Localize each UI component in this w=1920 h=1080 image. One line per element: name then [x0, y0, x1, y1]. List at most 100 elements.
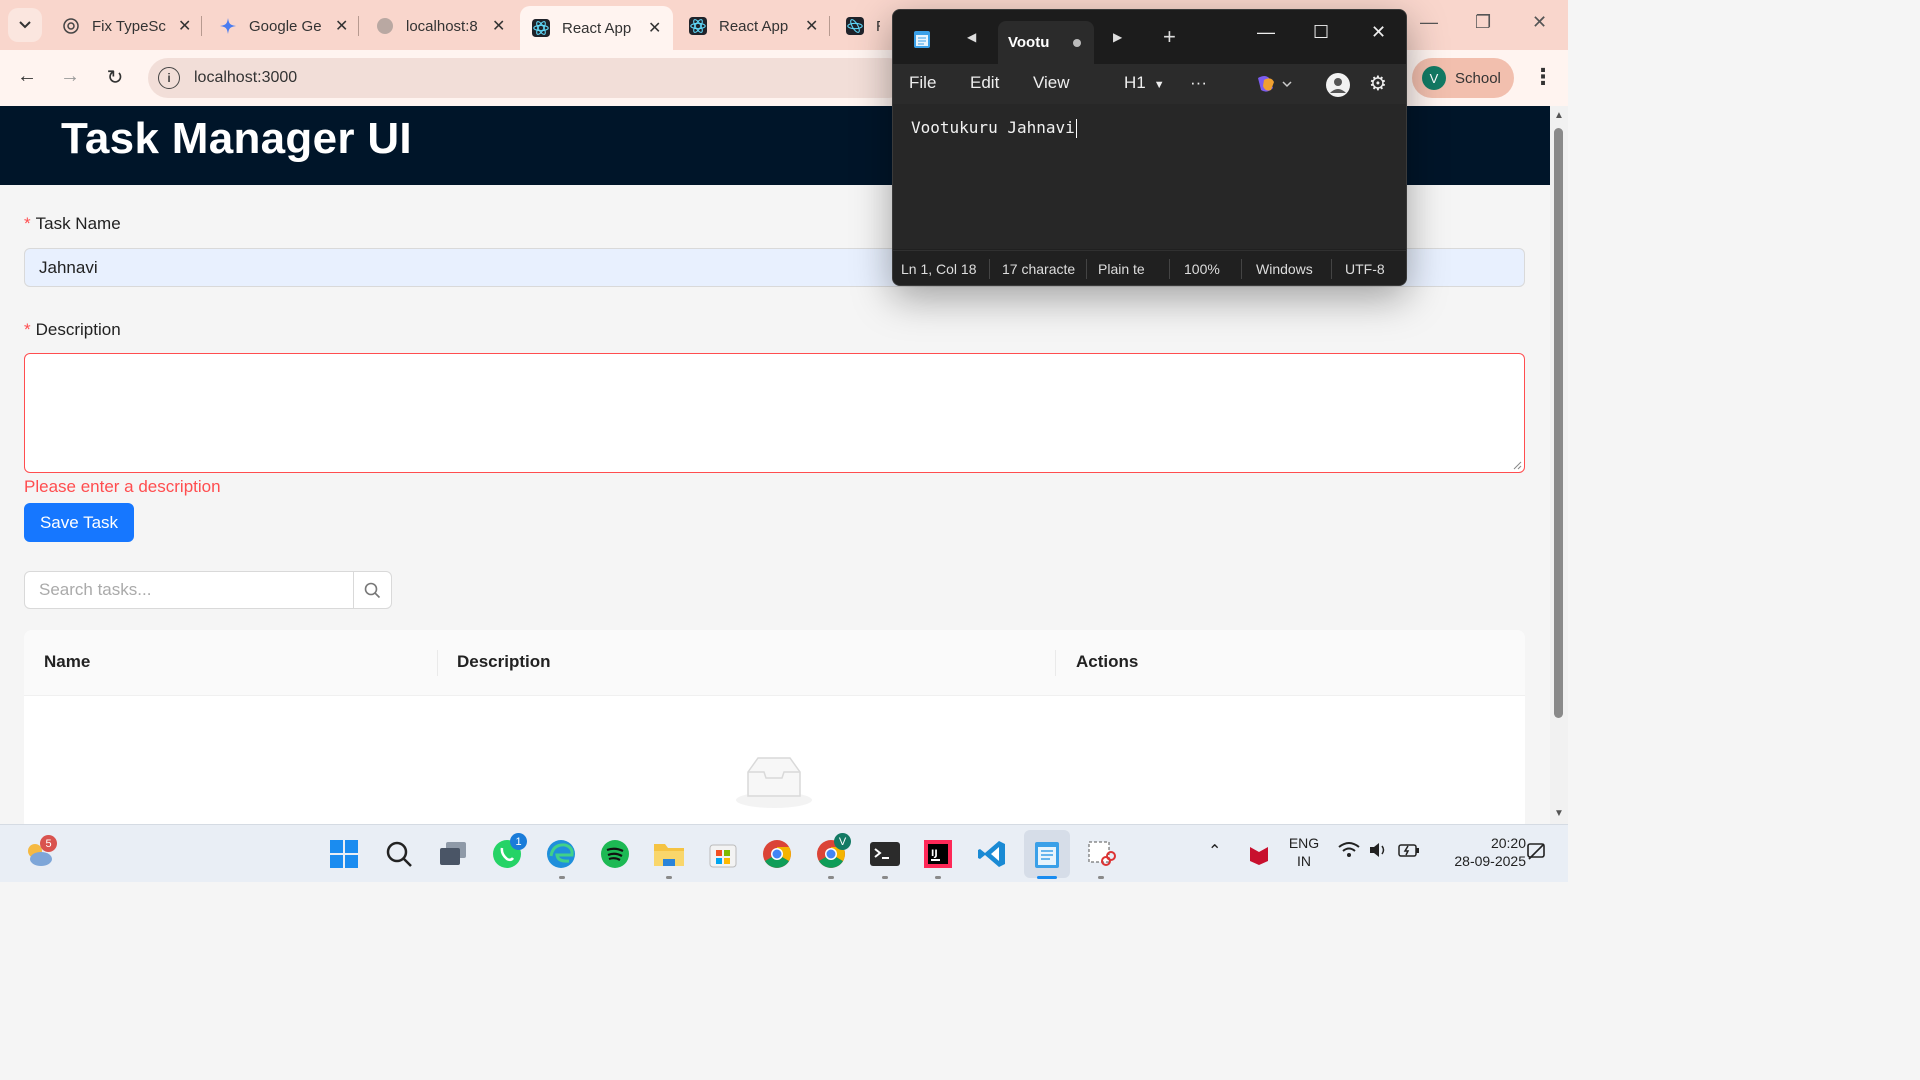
- column-header-name: Name: [44, 652, 91, 671]
- column-header-actions: Actions: [1076, 652, 1139, 671]
- notepad-tab[interactable]: Vootu: [998, 21, 1094, 64]
- snipping-tool-icon[interactable]: [1084, 837, 1118, 871]
- close-icon[interactable]: ✕: [335, 16, 348, 36]
- close-window-icon[interactable]: ✕: [1532, 12, 1547, 33]
- status-encoding[interactable]: UTF-8: [1345, 261, 1385, 277]
- react-icon: [532, 19, 550, 37]
- table-header: Name Description Actions: [24, 630, 1525, 696]
- close-icon[interactable]: ✕: [178, 16, 191, 36]
- menu-file[interactable]: File: [909, 73, 936, 93]
- maximize-icon[interactable]: ☐: [1313, 22, 1329, 43]
- back-arrow-icon[interactable]: ←: [14, 65, 40, 88]
- scroll-tabs-right-icon[interactable]: ▶: [1113, 30, 1122, 44]
- search-icon[interactable]: [382, 837, 416, 871]
- status-zoom[interactable]: 100%: [1184, 261, 1220, 277]
- scroll-up-icon[interactable]: ▲: [1554, 110, 1564, 121]
- minimize-icon[interactable]: —: [1420, 12, 1438, 33]
- chevron-down-icon: [19, 21, 31, 29]
- profile-button[interactable]: V School: [1412, 58, 1514, 98]
- notepad-titlebar: ◀ Vootu ▶ + — ☐ ✕: [893, 10, 1406, 64]
- react-icon: [689, 17, 707, 35]
- search-button[interactable]: [353, 572, 391, 608]
- status-divider: [1169, 259, 1170, 279]
- tab-title: Google Ge: [249, 17, 322, 35]
- menu-view[interactable]: View: [1033, 73, 1070, 93]
- description-error: Please enter a description: [24, 477, 221, 496]
- chrome-profile-icon[interactable]: V: [814, 833, 851, 871]
- status-format[interactable]: Plain te: [1098, 261, 1154, 277]
- description-textarea[interactable]: [24, 353, 1525, 473]
- close-icon[interactable]: ✕: [1371, 22, 1386, 43]
- microsoft-store-icon[interactable]: [706, 837, 740, 871]
- close-icon[interactable]: ✕: [492, 16, 505, 36]
- browser-tab-1[interactable]: Fix TypeSc ✕: [50, 6, 203, 46]
- more-options-icon[interactable]: ···: [1190, 73, 1207, 93]
- browser-tab-2[interactable]: Google Ge ✕: [207, 6, 360, 46]
- task-view-icon[interactable]: [436, 837, 470, 871]
- new-tab-plus-icon[interactable]: +: [1163, 24, 1176, 50]
- edge-icon[interactable]: [544, 837, 578, 871]
- resize-grip-icon[interactable]: [1512, 460, 1522, 470]
- wifi-icon[interactable]: [1338, 841, 1360, 864]
- scrollbar-thumb[interactable]: [1554, 128, 1563, 718]
- battery-icon[interactable]: [1398, 841, 1420, 862]
- address-bar[interactable]: i localhost:3000: [148, 58, 908, 98]
- account-icon[interactable]: [1325, 72, 1351, 103]
- required-mark: *: [24, 214, 31, 233]
- more-menu-icon[interactable]: ⋮: [1532, 64, 1554, 90]
- intellij-icon[interactable]: IJ: [921, 837, 955, 871]
- tab-search-button[interactable]: [8, 8, 42, 42]
- close-icon[interactable]: ✕: [805, 16, 818, 36]
- settings-gear-icon[interactable]: ⚙: [1369, 71, 1387, 96]
- status-line-ending[interactable]: Windows: [1256, 261, 1313, 277]
- windows-start-icon[interactable]: [327, 837, 361, 871]
- close-icon[interactable]: ✕: [648, 18, 661, 38]
- chrome-icon[interactable]: [760, 837, 794, 871]
- file-explorer-icon[interactable]: [652, 837, 686, 871]
- browser-tab-4-active[interactable]: React App ✕: [520, 6, 674, 50]
- vscode-icon[interactable]: [975, 837, 1009, 871]
- notifications-icon[interactable]: [1526, 841, 1546, 864]
- scroll-tabs-left-icon[interactable]: ◀: [967, 30, 976, 44]
- volume-icon[interactable]: [1368, 841, 1388, 862]
- menu-edit[interactable]: Edit: [970, 73, 999, 93]
- whatsapp-icon[interactable]: 1: [490, 833, 527, 871]
- svg-text:IJ: IJ: [931, 849, 938, 859]
- restore-icon[interactable]: ❐: [1475, 12, 1491, 33]
- clock[interactable]: 20:20 28-09-2025: [1434, 835, 1526, 869]
- search-input[interactable]: Search tasks...: [25, 572, 353, 608]
- notepad-taskbar-icon[interactable]: [1030, 837, 1064, 871]
- site-info-icon[interactable]: i: [158, 67, 180, 89]
- browser-tab-5[interactable]: React App ✕: [677, 6, 830, 46]
- copilot-icon[interactable]: [1255, 74, 1293, 99]
- terminal-icon[interactable]: [868, 837, 902, 871]
- windows-taskbar: 5 1 V IJ ⌃ ENG IN 20:20 28-09-2025: [0, 824, 1568, 882]
- browser-tab-6[interactable]: Rea: [834, 6, 892, 46]
- tab-title: localhost:8: [406, 17, 478, 35]
- status-divider: [1331, 259, 1332, 279]
- whatsapp-badge: 1: [510, 833, 527, 850]
- forward-arrow-icon[interactable]: →: [57, 65, 83, 88]
- show-hidden-icons-chevron-icon[interactable]: ⌃: [1208, 841, 1221, 861]
- weather-widget-icon[interactable]: 5: [22, 835, 57, 871]
- notepad-editor[interactable]: Vootukuru Jahnavi: [893, 104, 1406, 249]
- page-scrollbar[interactable]: ▲ ▼: [1550, 106, 1568, 824]
- save-task-button[interactable]: Save Task: [24, 503, 134, 542]
- browser-tab-3[interactable]: localhost:8 ✕: [364, 6, 517, 46]
- description-label-text: Description: [35, 320, 121, 339]
- mcafee-icon[interactable]: [1242, 837, 1276, 871]
- spotify-icon[interactable]: [598, 837, 632, 871]
- tab-title: Fix TypeSc: [92, 17, 166, 35]
- language-indicator[interactable]: ENG IN: [1286, 835, 1322, 869]
- chatgpt-icon: [62, 17, 80, 35]
- heading-dropdown[interactable]: H1 ▼: [1124, 73, 1165, 93]
- heading-value: H1: [1124, 73, 1146, 92]
- running-indicator: [1098, 876, 1104, 879]
- notepad-tab-title: Vootu: [1008, 34, 1050, 51]
- task-name-label: * Task Name: [24, 214, 121, 234]
- scroll-down-icon[interactable]: ▼: [1554, 808, 1564, 819]
- clock-date: 28-09-2025: [1454, 853, 1526, 869]
- minimize-icon[interactable]: —: [1257, 22, 1275, 43]
- reload-icon[interactable]: ↻: [102, 65, 128, 90]
- task-search: Search tasks...: [24, 571, 392, 609]
